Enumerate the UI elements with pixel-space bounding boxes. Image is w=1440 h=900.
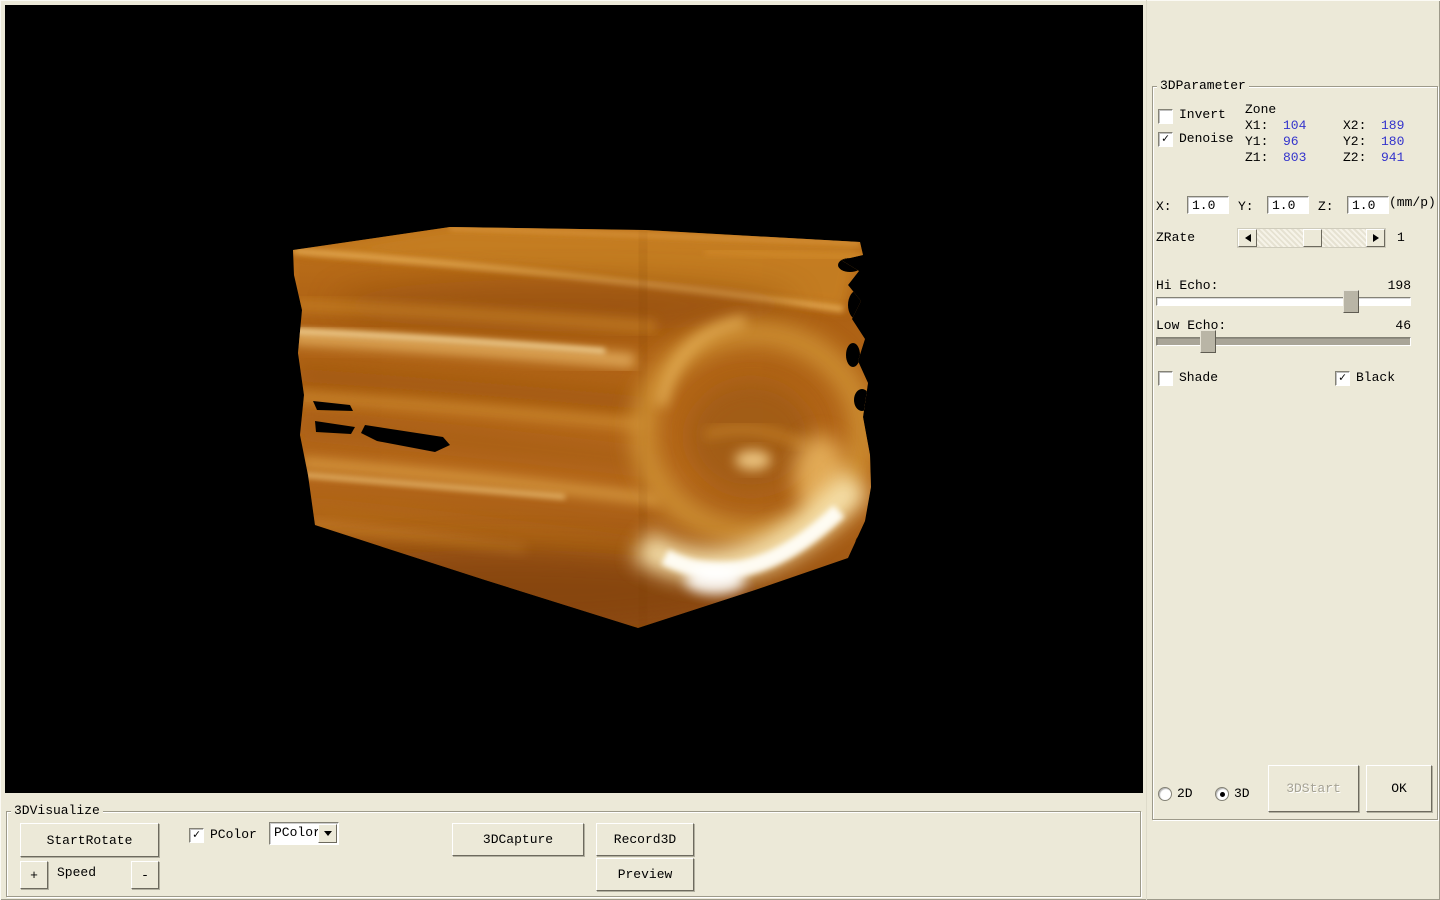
- zone-y2-label: Y2:: [1343, 134, 1366, 150]
- low-echo-thumb[interactable]: [1200, 330, 1216, 353]
- low-echo-slider[interactable]: [1156, 337, 1411, 346]
- zone-y1-label: Y1:: [1245, 134, 1268, 150]
- preview-button[interactable]: Preview: [596, 858, 694, 891]
- pcolor-label: PColor: [210, 827, 257, 843]
- zone-y2-value: 180: [1381, 134, 1404, 150]
- zrate-value: 1: [1397, 230, 1405, 246]
- pcolor-dropdown-button[interactable]: [318, 824, 337, 843]
- volume-render: [5, 5, 1143, 793]
- shade-checkbox[interactable]: [1158, 371, 1173, 386]
- record3d-button[interactable]: Record3D: [596, 823, 694, 856]
- invert-label: Invert: [1179, 107, 1226, 123]
- black-checkbox[interactable]: ✓: [1335, 371, 1350, 386]
- mode-3d-radio[interactable]: [1215, 787, 1229, 801]
- zone-title: Zone: [1245, 102, 1276, 118]
- scale-z-input[interactable]: [1347, 196, 1389, 214]
- parameter-groupbox: 3DParameter Invert ✓ Denoise Zone X1: 10…: [1152, 86, 1438, 820]
- chevron-down-icon: [324, 831, 332, 836]
- hi-echo-label: Hi Echo:: [1156, 278, 1218, 294]
- visualize-group-title: 3DVisualize: [11, 803, 103, 819]
- zone-z2-value: 941: [1381, 150, 1404, 166]
- mode-2d-radio[interactable]: [1158, 787, 1172, 801]
- mode-3d-label: 3D: [1234, 786, 1250, 802]
- zone-x1-value: 104: [1283, 118, 1306, 134]
- panel-divider: [1146, 0, 1147, 900]
- speed-label: Speed: [57, 865, 96, 881]
- zone-z2-label: Z2:: [1343, 150, 1366, 166]
- zrate-label: ZRate: [1156, 230, 1195, 246]
- app-window: 3DParameter Invert ✓ Denoise Zone X1: 10…: [0, 0, 1440, 900]
- zrate-right-button[interactable]: [1366, 229, 1385, 247]
- shade-label: Shade: [1179, 370, 1218, 386]
- visualize-groupbox: 3DVisualize StartRotate ✓ PColor PColor …: [6, 811, 1141, 897]
- scale-z-label: Z:: [1318, 199, 1334, 215]
- zrate-thumb[interactable]: [1303, 229, 1322, 247]
- scale-x-label: X:: [1156, 199, 1172, 215]
- speed-minus-button[interactable]: -: [131, 861, 159, 889]
- scale-y-label: Y:: [1238, 199, 1254, 215]
- denoise-label: Denoise: [1179, 131, 1234, 147]
- start3d-button[interactable]: 3DStart: [1268, 765, 1359, 812]
- zone-x2-label: X2:: [1343, 118, 1366, 134]
- hi-echo-slider[interactable]: [1156, 297, 1411, 306]
- capture3d-button[interactable]: 3DCapture: [452, 823, 584, 856]
- black-label: Black: [1356, 370, 1395, 386]
- invert-checkbox[interactable]: [1158, 109, 1173, 124]
- zrate-left-button[interactable]: [1238, 229, 1257, 247]
- hi-echo-value: 198: [1383, 278, 1411, 294]
- hi-echo-thumb[interactable]: [1343, 290, 1359, 313]
- arrow-left-icon: [1245, 234, 1251, 242]
- zone-x1-label: X1:: [1245, 118, 1268, 134]
- denoise-checkbox[interactable]: ✓: [1158, 132, 1173, 147]
- scale-unit-label: (mm/p): [1389, 195, 1436, 211]
- scale-x-input[interactable]: [1187, 196, 1229, 214]
- speed-plus-button[interactable]: +: [20, 861, 48, 889]
- zone-x2-value: 189: [1381, 118, 1404, 134]
- pcolor-checkbox[interactable]: ✓: [189, 828, 204, 843]
- arrow-right-icon: [1373, 234, 1379, 242]
- pcolor-dropdown-value: PColor: [274, 825, 321, 840]
- pcolor-dropdown[interactable]: PColor: [269, 822, 339, 845]
- radio-dot-icon: [1220, 792, 1225, 797]
- mode-2d-label: 2D: [1177, 786, 1193, 802]
- start-rotate-button[interactable]: StartRotate: [20, 823, 159, 857]
- zone-y1-value: 96: [1283, 134, 1299, 150]
- zone-z1-value: 803: [1283, 150, 1306, 166]
- low-echo-value: 46: [1383, 318, 1411, 334]
- parameter-group-title: 3DParameter: [1157, 78, 1249, 94]
- zone-z1-label: Z1:: [1245, 150, 1268, 166]
- ok-button[interactable]: OK: [1366, 765, 1432, 812]
- render-viewport[interactable]: [5, 5, 1143, 793]
- scale-y-input[interactable]: [1267, 196, 1309, 214]
- zrate-scrollbar[interactable]: [1237, 228, 1386, 248]
